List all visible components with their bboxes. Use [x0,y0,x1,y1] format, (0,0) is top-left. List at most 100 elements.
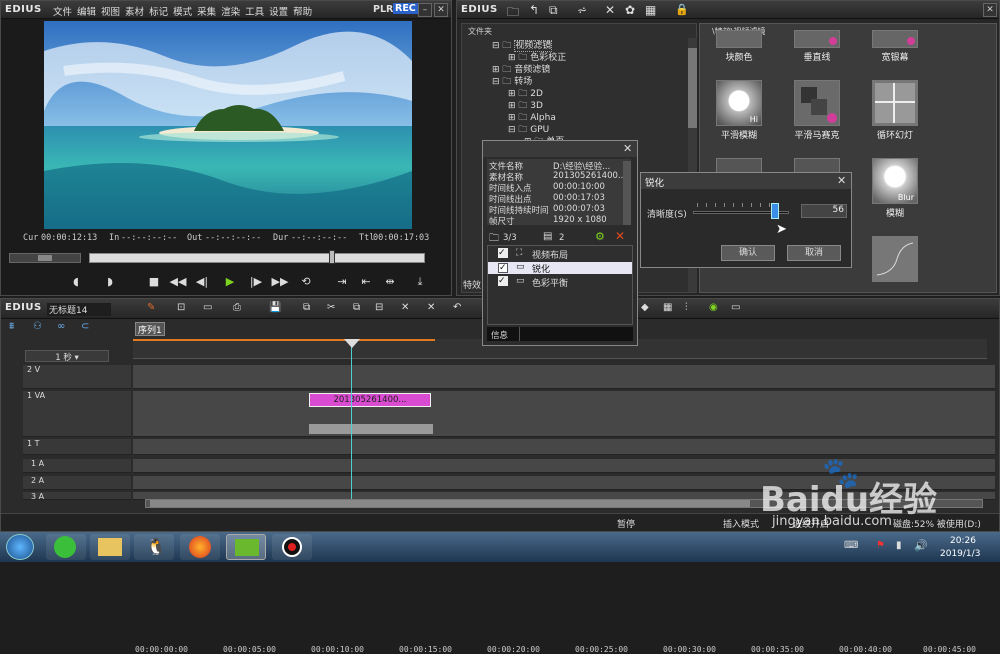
minimize-button[interactable]: – [418,3,432,17]
rewind-icon[interactable]: ◀◀ [169,274,187,290]
remove-filter-icon[interactable]: ✕ [615,229,625,243]
tray-volume-icon[interactable]: 🔊 [914,539,928,552]
export-icon[interactable]: ⤓ [411,274,429,290]
menu-view[interactable]: 视图 [101,4,120,18]
fast-forward-icon[interactable]: ▶▶ [271,274,289,290]
mark-out-button[interactable]: ◗ [101,274,119,290]
audio-clip[interactable] [309,424,433,434]
tl-tool-7[interactable]: ✂ [327,302,335,313]
timeline-scrollbar[interactable] [145,499,983,508]
trim-icon[interactable]: ⇹ [381,274,399,290]
undo-icon[interactable]: ↶ [453,302,461,313]
tray-keyboard-icon[interactable]: ⌨ [844,540,858,551]
tl-tool-4[interactable]: ⎙ [233,302,241,313]
tl-tool-17[interactable]: ▭ [731,302,740,313]
tray-network-icon[interactable]: ▮ [896,540,902,551]
delete-icon[interactable]: ✕ [605,3,615,17]
tl-tool-9[interactable]: ⊟ [375,302,383,313]
taskbar-360-icon[interactable] [46,534,86,560]
menu-clip[interactable]: 素材 [125,4,144,18]
menu-file[interactable]: 文件 [53,4,72,18]
mixer-icon[interactable]: ⫶ [685,302,688,313]
track-head-1t[interactable]: 1 T [23,439,131,455]
add-filter-icon[interactable]: ⚙ [595,230,605,243]
track-1a[interactable] [133,459,995,473]
step-back-icon[interactable]: ◀| [193,274,211,290]
rec-label[interactable]: REC [393,3,418,14]
sharpen-close-button[interactable]: ✕ [837,174,846,187]
stop-icon[interactable]: ■ [145,274,163,290]
menu-capture[interactable]: 采集 [197,4,216,18]
menu-marker[interactable]: 标记 [149,4,168,18]
ok-button[interactable]: 确认 [721,245,775,261]
timeline-clip[interactable]: 201305261400... [309,393,431,407]
track-head-1a[interactable]: 1 A [23,459,131,473]
fx-widescreen[interactable] [872,30,918,48]
overwrite-icon[interactable]: ⇤ [357,274,375,290]
tool-d-icon[interactable]: ⊂ [81,321,89,332]
clarity-value-input[interactable]: 56 [801,204,847,218]
filter-item-layout[interactable]: ✓ ⛶ 视频布局 [488,248,632,261]
mark-in-button[interactable]: ◖ [67,274,85,290]
tl-tool-14[interactable]: ▦ [663,302,672,313]
menu-settings[interactable]: 设置 [269,4,288,18]
plr-label[interactable]: PLR [373,4,393,15]
scale-box[interactable]: 1 秒 ▾ [25,350,109,363]
fx-blur[interactable]: Blur [872,158,918,204]
play-icon[interactable]: ▶ [221,274,239,290]
shuttle-slider[interactable] [9,253,81,263]
info-close-button[interactable]: ✕ [623,142,632,155]
start-button[interactable] [6,534,34,560]
track-head-2v[interactable]: 2 V [23,365,131,389]
tl-tool-8[interactable]: ⧉ [353,302,360,313]
filter-item-color-balance[interactable]: ✓ ▭ 色彩平衡 [488,276,632,289]
track-2a[interactable] [133,476,995,490]
up-icon[interactable]: ↰ [529,3,539,17]
fx-block-color[interactable] [716,30,762,48]
clock-time[interactable]: 20:26 [950,536,976,546]
sequence-tab[interactable]: 序列1 [135,322,165,336]
taskbar-record-icon[interactable] [272,534,312,560]
tl-tool-6[interactable]: ⧉ [303,302,310,313]
palette-icon[interactable]: ✿ [625,3,635,17]
taskbar-firefox-icon[interactable] [180,534,220,560]
clarity-slider-thumb[interactable] [771,203,779,219]
effects-close-button[interactable]: ✕ [983,3,997,17]
timeline-playhead[interactable] [351,339,352,499]
track-1va[interactable] [133,391,995,437]
menu-tools[interactable]: 工具 [245,4,264,18]
fx-smooth-blur[interactable]: Hi [716,80,762,126]
filter-checkbox[interactable]: ✓ [498,276,508,286]
fx-vertical-lines[interactable] [794,30,840,48]
tl-tool-save[interactable]: 💾 [269,302,281,313]
taskbar-qq-icon[interactable]: 🐧 [134,534,174,560]
menu-mode[interactable]: 模式 [173,4,192,18]
track-head-2a[interactable]: 2 A [23,476,131,490]
lock-icon[interactable]: 🔒 [675,3,689,16]
step-forward-icon[interactable]: |▶ [247,274,265,290]
taskbar-edius-icon[interactable] [226,534,266,560]
info-scrollbar[interactable] [623,161,631,225]
tl-tool-11[interactable]: ✕ [427,302,435,313]
fx-curve[interactable] [872,236,918,282]
folder-icon[interactable]: 🗀 [507,3,519,24]
view-icon[interactable]: ▦ [645,3,656,17]
cancel-button[interactable]: 取消 [787,245,841,261]
track-head-1va[interactable]: 1 VA [23,391,131,437]
filter-checkbox[interactable]: ✓ [498,263,508,273]
filter-checkbox[interactable]: ✓ [498,248,508,258]
playhead-marker[interactable] [329,250,335,264]
track-2v[interactable] [133,365,995,389]
track-1t[interactable] [133,439,995,455]
position-bar[interactable] [89,253,425,263]
fx-loop-slide[interactable] [872,80,918,126]
tl-tool-16[interactable]: ◉ [709,302,718,313]
menu-render[interactable]: 渲染 [221,4,240,18]
taskbar-explorer-icon[interactable] [90,534,130,560]
filter-item-sharpen[interactable]: ✓ ▭ 锐化 [488,262,632,275]
tool-a-icon[interactable]: ⩩ [9,321,14,332]
tl-tool-3[interactable]: ▭ [203,302,212,313]
track-head-3a[interactable]: 3 A [23,492,131,500]
loop-icon[interactable]: ⟲ [297,274,315,290]
tl-tool-13[interactable]: ◆ [641,302,649,313]
